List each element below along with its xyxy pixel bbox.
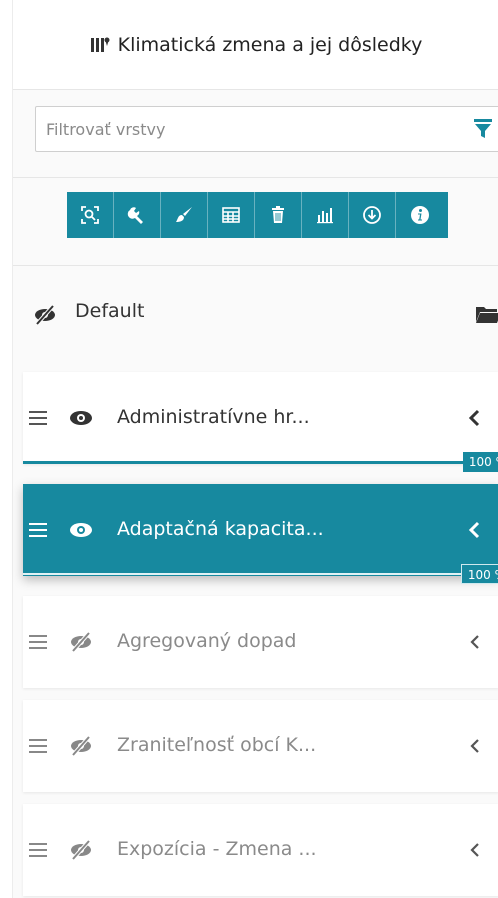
filter-layers-input[interactable] [36,107,456,151]
opacity-bar[interactable] [23,573,498,575]
drag-handle-icon[interactable] [29,410,47,426]
eye-icon[interactable] [69,520,93,540]
layer-item[interactable]: Administratívne hr... 100 % [23,372,498,472]
brush-icon [176,207,192,222]
chevron-left-icon[interactable] [467,520,481,540]
zoom-to-extent-button[interactable] [67,192,114,238]
layer-group-default[interactable]: Default [13,266,498,370]
drag-handle-icon[interactable] [29,634,47,650]
layer-label: Agregovaný dopad [117,630,297,652]
toolbar-section [13,178,498,266]
eye-slash-icon[interactable] [69,840,93,860]
chevron-left-icon[interactable] [467,736,481,756]
layer-label: Zraniteľnosť obcí K... [117,734,317,756]
opacity-label: 100 % [462,452,498,472]
filter-icon[interactable] [474,119,492,139]
drag-handle-icon[interactable] [29,842,47,858]
drag-handle-icon[interactable] [29,522,47,538]
layer-toolbar [67,192,448,238]
eye-icon[interactable] [69,408,93,428]
panel-header: Klimatická zmena a jej dôsledky [13,0,498,90]
layer-label: Administratívne hr... [117,406,310,428]
wrench-icon [127,207,143,224]
layer-panel: Klimatická zmena a jej dôsledky Filtrova… [12,0,498,898]
info-icon [410,206,429,224]
drag-handle-icon[interactable] [29,738,47,754]
eye-slash-icon[interactable] [69,632,93,652]
table-icon [222,207,240,223]
chevron-left-icon[interactable] [467,840,481,860]
layer-item-active[interactable]: Adaptačná kapacita... 100 % [23,484,498,584]
eye-slash-icon[interactable] [33,304,57,326]
layer-label: Adaptačná kapacita... [117,518,324,540]
chevron-left-icon[interactable] [467,632,481,652]
opacity-label: 100 % [460,564,498,584]
settings-button[interactable] [114,192,161,238]
panel-title: Klimatická zmena a jej dôsledky [117,33,423,56]
bar-chart-icon [317,208,333,224]
layer-label: Expozícia - Zmena ... [117,838,317,860]
download-icon [363,206,381,224]
trash-icon [272,206,284,223]
layer-item[interactable]: Expozícia - Zmena ... [23,804,498,896]
layer-item[interactable]: Zraniteľnosť obcí K... [23,700,498,792]
style-button[interactable] [161,192,208,238]
layer-item[interactable]: Agregovaný dopad [23,596,498,688]
remove-layer-button[interactable] [255,192,302,238]
download-button[interactable] [349,192,396,238]
chart-button[interactable] [302,192,349,238]
group-label: Default [75,300,145,322]
attribute-table-button[interactable] [208,192,255,238]
folder-open-icon[interactable] [475,304,498,324]
eye-slash-icon[interactable] [69,736,93,756]
opacity-bar[interactable] [23,461,498,464]
chevron-left-icon[interactable] [467,408,481,428]
filter-box [35,106,498,152]
info-button[interactable] [396,192,443,238]
filter-section [13,90,498,178]
map-icon [90,37,110,52]
zoom-to-extent-icon [81,206,99,224]
